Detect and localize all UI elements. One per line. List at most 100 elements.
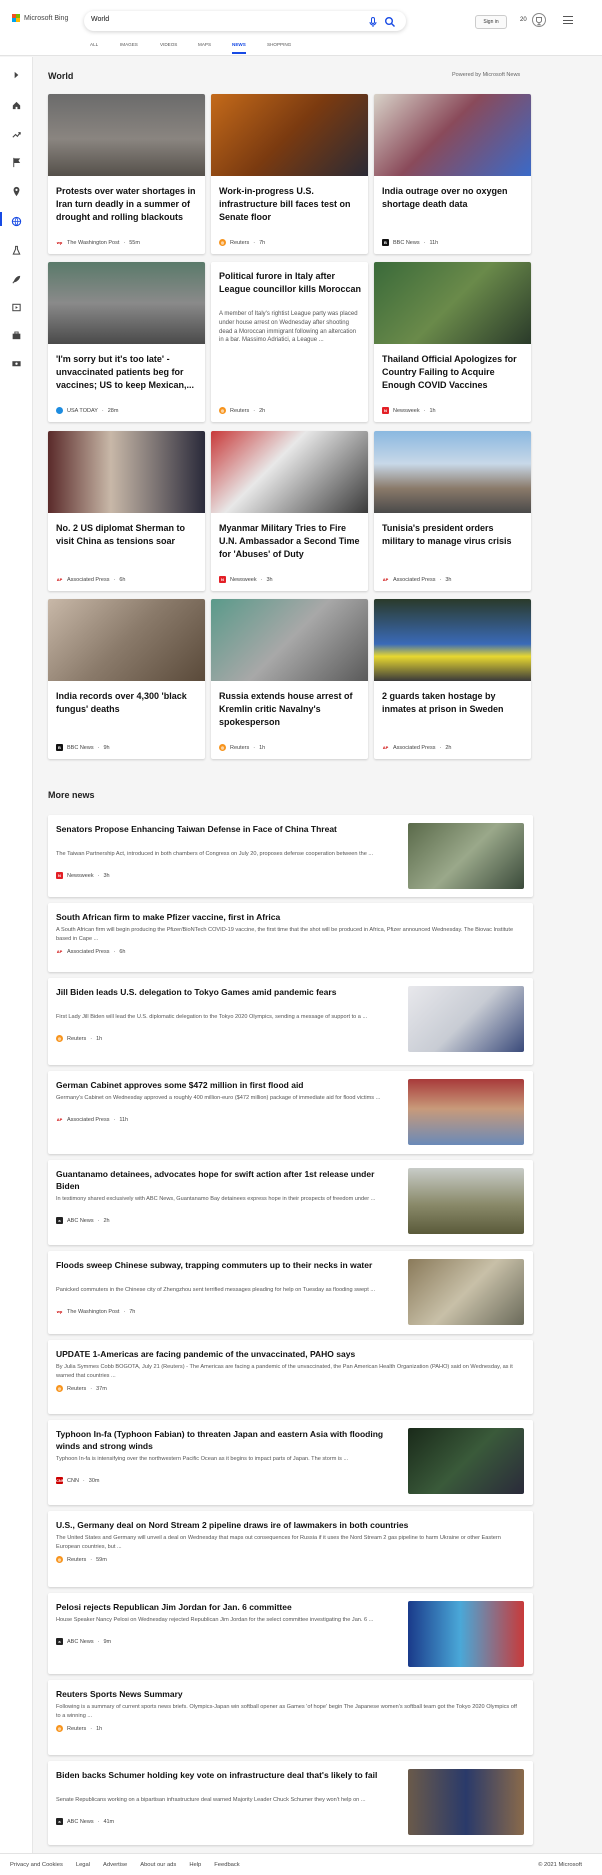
news-card[interactable]: India records over 4,300 'black fungus' … <box>48 599 205 759</box>
news-card-title[interactable]: 'I'm sorry but it's too late' - unvaccin… <box>56 353 199 392</box>
provider-logo-icon: AP <box>56 576 63 583</box>
more-news-title-link[interactable]: Biden backs Schumer holding key vote on … <box>56 1769 396 1781</box>
more-news-title-link[interactable]: UPDATE 1-Americas are facing pandemic of… <box>56 1348 521 1360</box>
more-news-thumbnail[interactable] <box>408 1428 524 1494</box>
news-card-title[interactable]: Thailand Official Apologizes for Country… <box>382 353 525 392</box>
news-card-title[interactable]: Tunisia's president orders military to m… <box>382 522 525 548</box>
more-news-item[interactable]: Jill Biden leads U.S. delegation to Toky… <box>48 978 533 1065</box>
news-card-image[interactable] <box>48 431 205 513</box>
more-news-title-link[interactable]: Reuters Sports News Summary <box>56 1688 521 1700</box>
bing-logo[interactable]: Microsoft Bing <box>12 14 68 22</box>
news-card-image[interactable] <box>374 262 531 344</box>
news-card[interactable]: 'I'm sorry but it's too late' - unvaccin… <box>48 262 205 422</box>
news-card-image[interactable] <box>374 94 531 176</box>
more-news-item[interactable]: UPDATE 1-Americas are facing pandemic of… <box>48 1340 533 1414</box>
news-card[interactable]: Tunisia's president orders military to m… <box>374 431 531 591</box>
more-news-title-link[interactable]: South African firm to make Pfizer vaccin… <box>56 911 521 923</box>
news-card-image[interactable] <box>374 599 531 681</box>
microphone-icon[interactable] <box>367 15 379 27</box>
footer-link-legal[interactable]: Legal <box>76 1862 90 1868</box>
briefcase-icon[interactable] <box>11 328 22 340</box>
tab-shopping[interactable]: SHOPPING <box>267 40 291 54</box>
news-card-title[interactable]: Protests over water shortages in Iran tu… <box>56 185 199 224</box>
more-news-thumbnail[interactable] <box>408 1769 524 1835</box>
more-news-item[interactable]: Reuters Sports News Summary Following is … <box>48 1680 533 1755</box>
news-card[interactable]: Work-in-progress U.S. infrastructure bil… <box>211 94 368 254</box>
more-news-title-link[interactable]: Floods sweep Chinese subway, trapping co… <box>56 1259 396 1271</box>
news-card-title[interactable]: No. 2 US diplomat Sherman to visit China… <box>56 522 199 548</box>
more-news-title-link[interactable]: Guantanamo detainees, advocates hope for… <box>56 1168 396 1192</box>
more-news-thumbnail[interactable] <box>408 986 524 1052</box>
trending-icon[interactable] <box>11 127 22 138</box>
rocket-icon[interactable] <box>11 272 22 284</box>
news-card[interactable]: India outrage over no oxygen shortage de… <box>374 94 531 254</box>
news-card-title[interactable]: Political furore in Italy after League c… <box>219 270 362 296</box>
tab-images[interactable]: IMAGES <box>120 40 138 54</box>
flag-icon[interactable] <box>11 155 22 168</box>
news-card-image[interactable] <box>48 599 205 681</box>
money-icon[interactable] <box>11 356 22 367</box>
more-news-title-link[interactable]: Pelosi rejects Republican Jim Jordan for… <box>56 1601 396 1613</box>
news-card-title[interactable]: India outrage over no oxygen shortage de… <box>382 185 525 211</box>
news-card-image[interactable] <box>211 94 368 176</box>
more-news-thumbnail[interactable] <box>408 1601 524 1667</box>
news-card[interactable]: Political furore in Italy after League c… <box>211 262 368 422</box>
footer-link-about-our-ads[interactable]: About our ads <box>140 1862 176 1868</box>
science-icon[interactable] <box>11 243 22 255</box>
search-input[interactable]: World <box>91 16 109 23</box>
rewards-trophy-icon[interactable] <box>532 13 546 27</box>
expand-icon[interactable] <box>11 68 22 79</box>
rewards-points[interactable]: 20 <box>520 17 527 23</box>
news-card[interactable]: 2 guards taken hostage by inmates at pri… <box>374 599 531 759</box>
news-card-title[interactable]: India records over 4,300 'black fungus' … <box>56 690 199 716</box>
home-icon[interactable] <box>11 98 22 110</box>
sign-in-button[interactable]: Sign in <box>475 15 507 29</box>
more-news-item[interactable]: Pelosi rejects Republican Jim Jordan for… <box>48 1593 533 1674</box>
more-news-item[interactable]: U.S., Germany deal on Nord Stream 2 pipe… <box>48 1511 533 1587</box>
more-news-item[interactable]: South African firm to make Pfizer vaccin… <box>48 903 533 972</box>
more-news-item[interactable]: Biden backs Schumer holding key vote on … <box>48 1761 533 1845</box>
tab-all[interactable]: ALL <box>90 40 98 54</box>
footer-link-feedback[interactable]: Feedback <box>214 1862 239 1868</box>
search-box[interactable]: World <box>84 11 406 31</box>
news-card-title[interactable]: Work-in-progress U.S. infrastructure bil… <box>219 185 362 224</box>
more-news-item[interactable]: Floods sweep Chinese subway, trapping co… <box>48 1251 533 1334</box>
hamburger-menu-icon[interactable] <box>563 16 573 24</box>
news-card-image[interactable] <box>211 599 368 681</box>
tab-videos[interactable]: VIDEOS <box>160 40 177 54</box>
news-card-title[interactable]: 2 guards taken hostage by inmates at pri… <box>382 690 525 716</box>
news-card[interactable]: No. 2 US diplomat Sherman to visit China… <box>48 431 205 591</box>
more-news-item[interactable]: Typhoon In-fa (Typhoon Fabian) to threat… <box>48 1420 533 1505</box>
news-card[interactable]: Thailand Official Apologizes for Country… <box>374 262 531 422</box>
tab-news[interactable]: NEWS <box>232 40 246 54</box>
more-news-title-link[interactable]: Typhoon In-fa (Typhoon Fabian) to threat… <box>56 1428 396 1452</box>
more-news-thumbnail[interactable] <box>408 1079 524 1145</box>
more-news-item[interactable]: Senators Propose Enhancing Taiwan Defens… <box>48 815 533 897</box>
more-news-title-link[interactable]: German Cabinet approves some $472 millio… <box>56 1079 396 1091</box>
more-news-item[interactable]: Guantanamo detainees, advocates hope for… <box>48 1160 533 1245</box>
more-news-thumbnail[interactable] <box>408 823 524 889</box>
location-icon[interactable] <box>11 184 22 197</box>
more-news-thumbnail[interactable] <box>408 1259 524 1325</box>
news-card[interactable]: Russia extends house arrest of Kremlin c… <box>211 599 368 759</box>
more-news-title-link[interactable]: Jill Biden leads U.S. delegation to Toky… <box>56 986 396 998</box>
news-card-image[interactable] <box>211 431 368 513</box>
news-card-image[interactable] <box>374 431 531 513</box>
globe-icon[interactable] <box>11 214 22 227</box>
news-card-image[interactable] <box>48 262 205 344</box>
news-card-image[interactable] <box>48 94 205 176</box>
more-news-title-link[interactable]: U.S., Germany deal on Nord Stream 2 pipe… <box>56 1519 521 1531</box>
news-card-title[interactable]: Myanmar Military Tries to Fire U.N. Amba… <box>219 522 362 561</box>
news-card-title[interactable]: Russia extends house arrest of Kremlin c… <box>219 690 362 729</box>
footer-link-privacy-and-cookies[interactable]: Privacy and Cookies <box>10 1862 63 1868</box>
footer-link-advertise[interactable]: Advertise <box>103 1862 127 1868</box>
more-news-title-link[interactable]: Senators Propose Enhancing Taiwan Defens… <box>56 823 396 835</box>
search-icon[interactable] <box>384 15 396 27</box>
news-card[interactable]: Myanmar Military Tries to Fire U.N. Amba… <box>211 431 368 591</box>
footer-link-help[interactable]: Help <box>189 1862 201 1868</box>
news-card[interactable]: Protests over water shortages in Iran tu… <box>48 94 205 254</box>
tab-maps[interactable]: MAPS <box>198 40 211 54</box>
more-news-item[interactable]: German Cabinet approves some $472 millio… <box>48 1071 533 1154</box>
movie-icon[interactable] <box>11 300 22 312</box>
more-news-thumbnail[interactable] <box>408 1168 524 1234</box>
